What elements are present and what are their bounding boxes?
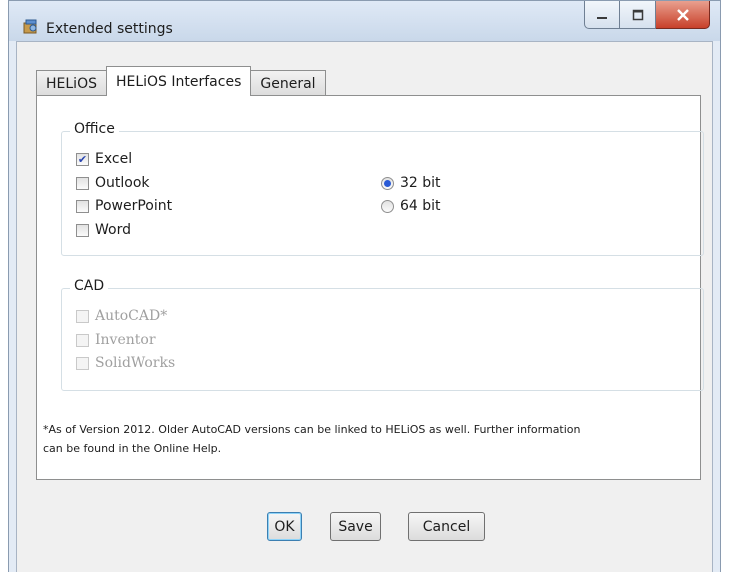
save-button[interactable]: Save bbox=[330, 512, 381, 541]
word-label: Word bbox=[95, 222, 131, 238]
settings-app-icon bbox=[23, 19, 37, 34]
dialog-client-area: HELiOS HELiOS Interfaces General Office … bbox=[16, 41, 713, 572]
inventor-checkbox: Inventor bbox=[76, 332, 156, 348]
close-icon bbox=[676, 8, 689, 21]
outlook-label: Outlook bbox=[95, 175, 150, 191]
check-icon: ✔ bbox=[76, 152, 89, 166]
minimize-icon bbox=[597, 16, 607, 19]
footnote-line-2: can be found in the Online Help. bbox=[43, 442, 222, 455]
powerpoint-checkbox[interactable]: PowerPoint bbox=[76, 198, 172, 214]
radio-32-bit-label: 32 bit bbox=[400, 175, 441, 191]
outlook-checkbox[interactable]: Outlook bbox=[76, 175, 150, 191]
solidworks-checkbox: SolidWorks bbox=[76, 355, 175, 371]
tab-strip: HELiOS HELiOS Interfaces General bbox=[36, 66, 326, 96]
radio-64-bit-label: 64 bit bbox=[400, 198, 441, 214]
tab-general[interactable]: General bbox=[250, 70, 326, 96]
autocad-footnote: *As of Version 2012. Older AutoCAD versi… bbox=[43, 420, 693, 458]
radio-unselected-icon bbox=[381, 199, 394, 213]
cad-group: CAD AutoCAD* Inventor SolidWorks bbox=[61, 278, 704, 391]
autocad-label: AutoCAD* bbox=[95, 308, 168, 324]
cancel-button[interactable]: Cancel bbox=[408, 512, 485, 541]
office-group: Office ✔ Excel Outlook PowerPoint Word 3… bbox=[61, 121, 704, 256]
maximize-icon bbox=[632, 9, 643, 20]
close-button[interactable] bbox=[656, 1, 710, 29]
office-group-legend: Office bbox=[70, 121, 119, 137]
radio-selected-icon bbox=[381, 176, 394, 190]
maximize-button[interactable] bbox=[620, 1, 656, 29]
footnote-line-1: *As of Version 2012. Older AutoCAD versi… bbox=[43, 423, 581, 436]
cad-group-legend: CAD bbox=[70, 278, 109, 294]
extended-settings-window: Extended settings HELiOS HELiOS Interfac… bbox=[8, 0, 721, 572]
tab-panel-helios-interfaces: Office ✔ Excel Outlook PowerPoint Word 3… bbox=[36, 95, 704, 480]
excel-checkbox[interactable]: ✔ Excel bbox=[76, 151, 132, 167]
minimize-button[interactable] bbox=[584, 1, 620, 29]
ok-button[interactable]: OK bbox=[267, 512, 302, 541]
powerpoint-label: PowerPoint bbox=[95, 198, 173, 214]
radio-64-bit[interactable]: 64 bit bbox=[381, 198, 441, 214]
radio-32-bit[interactable]: 32 bit bbox=[381, 175, 441, 191]
window-title: Extended settings bbox=[46, 21, 173, 37]
word-checkbox[interactable]: Word bbox=[76, 222, 131, 238]
title-bar[interactable]: Extended settings bbox=[9, 1, 720, 41]
solidworks-label: SolidWorks bbox=[95, 355, 176, 371]
autocad-checkbox: AutoCAD* bbox=[76, 308, 167, 324]
caption-buttons bbox=[584, 1, 710, 29]
tab-helios-interfaces[interactable]: HELiOS Interfaces bbox=[105, 66, 252, 96]
excel-label: Excel bbox=[95, 151, 133, 167]
inventor-label: Inventor bbox=[95, 332, 156, 348]
tab-helios[interactable]: HELiOS bbox=[36, 70, 107, 96]
